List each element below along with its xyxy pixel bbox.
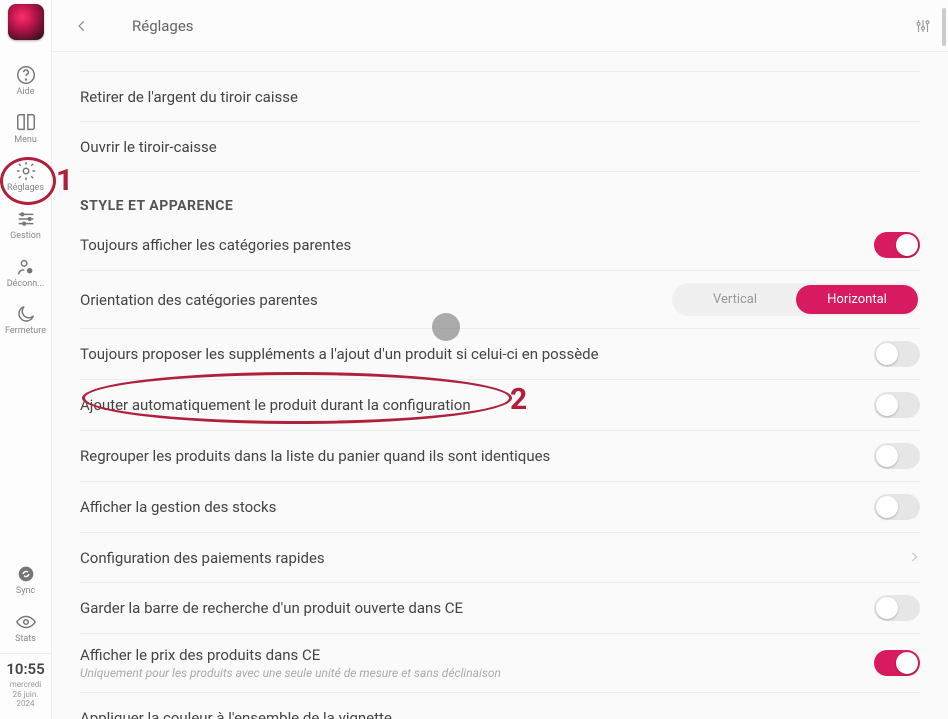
row-orientation: Orientation des catégories parentes Vert… — [80, 271, 920, 329]
sidebar-item-gestion[interactable]: Gestion — [0, 202, 52, 250]
row-label: Retirer de l'argent du tiroir caisse — [80, 88, 920, 106]
clock-date: mercredi 26 juin. 2024 — [2, 680, 49, 709]
chevron-right-icon — [908, 548, 920, 567]
user-logout-icon — [15, 256, 37, 278]
row-regroup: Regrouper les produits dans la liste du … — [80, 431, 920, 482]
row-fast-payments[interactable]: Configuration des paiements rapides — [80, 533, 920, 583]
clock-widget: 10:55 mercredi 26 juin. 2024 — [0, 653, 51, 719]
row-keep-search: Garder la barre de recherche d'un produi… — [80, 583, 920, 634]
row-retirer-argent[interactable]: Retirer de l'argent du tiroir caisse — [80, 72, 920, 122]
row-label: Ajouter automatiquement le produit duran… — [80, 396, 874, 414]
page-title: Réglages — [132, 17, 194, 35]
row-label: Appliquer la couleur à l'ensemble de la … — [80, 709, 920, 719]
toggle-show-price[interactable] — [874, 650, 920, 676]
row-supplements: Toujours proposer les suppléments a l'aj… — [80, 329, 920, 380]
row-auto-add: Ajouter automatiquement le produit duran… — [80, 380, 920, 431]
row-label: Regrouper les produits dans la liste du … — [80, 447, 874, 465]
row-label: Ouvrir le tiroir-caisse — [80, 138, 920, 156]
section-style-apparence: STYLE ET APPARENCE — [80, 198, 920, 214]
row-show-price: Afficher le prix des produits dans CE Un… — [80, 634, 920, 693]
row-apply-color: Appliquer la couleur à l'ensemble de la … — [80, 693, 920, 719]
sidebar-item-stats[interactable]: Stats — [0, 605, 52, 653]
row-label: Afficher la gestion des stocks — [80, 498, 874, 516]
gear-icon — [15, 160, 37, 182]
row-label: Toujours afficher les catégories parente… — [80, 236, 874, 254]
seg-horizontal[interactable]: Horizontal — [796, 285, 918, 314]
row-partial-top[interactable] — [80, 52, 920, 72]
row-label: Afficher le prix des produits dans CE — [80, 646, 874, 664]
seg-vertical[interactable]: Vertical — [674, 285, 796, 314]
adjust-icon — [914, 17, 932, 35]
row-label: Toujours proposer les suppléments a l'aj… — [80, 345, 874, 363]
main-panel: Réglages Retirer de l'argent du tiroir c… — [52, 0, 948, 719]
row-label: Configuration des paiements rapides — [80, 549, 908, 567]
settings-content[interactable]: Retirer de l'argent du tiroir caisse Ouv… — [52, 52, 948, 719]
sliders-icon — [15, 208, 37, 230]
toggle-supplements[interactable] — [874, 341, 920, 367]
sidebar-item-menu[interactable]: Menu — [0, 106, 52, 154]
sidebar-label: Menu — [14, 136, 37, 146]
header-actions[interactable] — [914, 17, 932, 35]
row-label: Garder la barre de recherche d'un produi… — [80, 599, 874, 617]
toggle-regroup[interactable] — [874, 443, 920, 469]
row-stocks: Afficher la gestion des stocks — [80, 482, 920, 533]
sidebar-label: Stats — [15, 635, 36, 645]
moon-icon — [15, 303, 37, 325]
toggle-keep-search[interactable] — [874, 595, 920, 621]
segmented-orientation: Vertical Horizontal — [672, 283, 920, 316]
toggle-afficher-categories[interactable] — [874, 232, 920, 258]
sidebar-label: Gestion — [10, 232, 41, 242]
sidebar-item-sync[interactable]: Sync — [0, 557, 52, 605]
app-logo[interactable] — [8, 4, 44, 40]
sidebar-item-deconnexion[interactable]: Déconn... — [0, 250, 52, 298]
sidebar-item-fermeture[interactable]: Fermeture — [0, 297, 52, 345]
toggle-auto-add[interactable] — [874, 392, 920, 418]
book-icon — [15, 112, 37, 134]
row-sublabel: Uniquement pour les produits avec une se… — [80, 666, 874, 680]
sync-icon — [15, 563, 37, 585]
sidebar-label: Déconn... — [7, 280, 45, 290]
back-button[interactable] — [68, 12, 96, 40]
toggle-stocks[interactable] — [874, 494, 920, 520]
sidebar-item-reglages[interactable]: Réglages — [0, 154, 52, 202]
clock-time: 10:55 — [2, 660, 49, 678]
sidebar-label: Aide — [17, 88, 35, 98]
eye-icon — [15, 611, 37, 633]
row-afficher-categories: Toujours afficher les catégories parente… — [80, 220, 920, 271]
sidebar-item-aide[interactable]: Aide — [0, 58, 52, 106]
header: Réglages — [52, 0, 948, 52]
sidebar: Aide Menu Réglages Gestion Déconn... Fer… — [0, 0, 52, 719]
chevron-left-icon — [75, 19, 89, 33]
sidebar-label: Fermeture — [5, 327, 46, 337]
row-ouvrir-tiroir[interactable]: Ouvrir le tiroir-caisse — [80, 122, 920, 172]
help-icon — [15, 64, 37, 86]
sidebar-label: Sync — [16, 587, 35, 597]
row-label: Orientation des catégories parentes — [80, 291, 672, 309]
sidebar-label: Réglages — [7, 184, 44, 194]
